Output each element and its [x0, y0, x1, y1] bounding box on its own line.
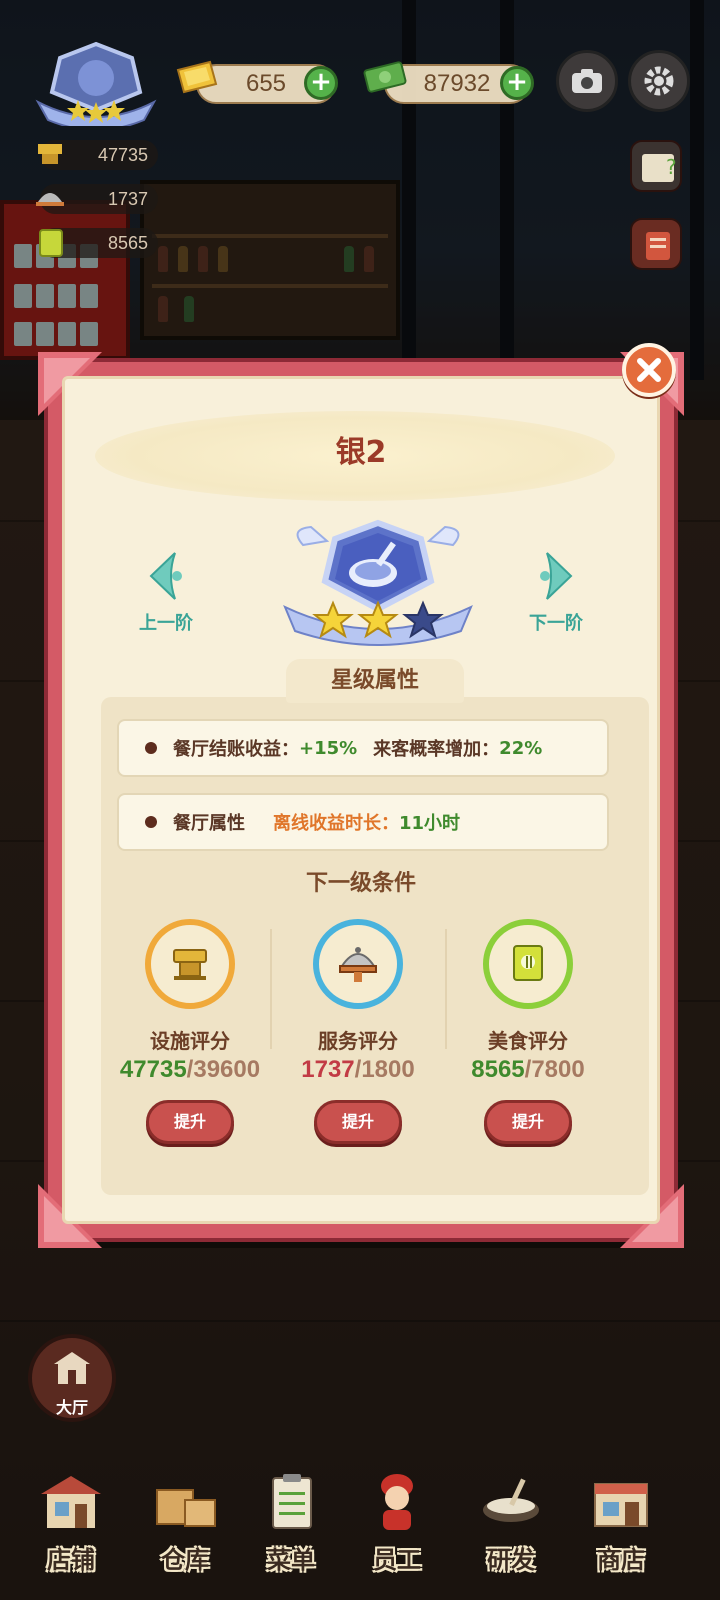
recipe-book-icon [513, 945, 543, 981]
star-rating-dialog: 银2 上一阶 下一阶 餐厅结账收益 ： +15% 来客概率增加 ： 22% 餐厅… [38, 352, 684, 1248]
customer-rate-label: 来客概率增加 [373, 739, 482, 760]
gold-ingot-icon [176, 60, 218, 94]
food-current: 8565 [471, 1056, 525, 1083]
menu-icon [272, 1474, 312, 1529]
next-level-conditions-title: 下一级条件 [305, 871, 416, 896]
restaurant-attribute-label: 餐厅属性 [173, 813, 245, 834]
gear-icon [644, 66, 674, 96]
help-book-icon: ? [642, 154, 677, 182]
silver-rank-emblem [283, 519, 473, 646]
facility-current: 47735 [119, 1056, 187, 1083]
player-rank-badge[interactable] [32, 40, 160, 126]
nav-research-label: 研发 [487, 1546, 535, 1574]
facility-icon [38, 144, 62, 164]
service-ring [313, 919, 403, 1009]
hall-building-icon [54, 1352, 90, 1384]
store-icon [594, 1483, 648, 1527]
task-book-icon [646, 232, 670, 260]
offline-duration-value: 11小时 [399, 813, 461, 834]
recipe-book-icon [39, 229, 63, 257]
next-rank-button[interactable]: 下一阶 [511, 549, 601, 635]
prev-rank-label: 上一阶 [139, 613, 193, 634]
service-upgrade-button[interactable]: 提升 [314, 1100, 402, 1144]
food-score-label: 美食评分 [488, 1029, 568, 1053]
section-title-tab: 星级属性 [286, 659, 464, 703]
chevron-right-icon [540, 552, 573, 600]
nav-shop[interactable]: 店铺 [16, 1470, 126, 1580]
nav-staff[interactable]: 员工 [342, 1470, 452, 1580]
food-upgrade-button[interactable]: 提升 [484, 1100, 572, 1144]
camera-icon [572, 69, 602, 93]
dialog-body: 银2 上一阶 下一阶 餐厅结账收益 ： +15% 来客概率增加 ： 22% 餐厅… [62, 376, 660, 1224]
facility-score-label: 设施评分 [150, 1029, 230, 1053]
separator: ： [381, 813, 399, 834]
food-score-value: 8565/7800 [453, 1056, 603, 1084]
nav-shop-label: 店铺 [47, 1546, 95, 1574]
add-cash-button[interactable]: + [500, 66, 534, 100]
prev-rank-button[interactable]: 上一阶 [121, 549, 211, 635]
facility-required: /39600 [186, 1056, 261, 1083]
facility-icon [173, 949, 207, 980]
nav-warehouse[interactable]: 仓库 [130, 1470, 240, 1580]
research-icon [483, 1478, 539, 1522]
column-divider [270, 929, 272, 1049]
next-rank-label: 下一阶 [529, 613, 583, 634]
facility-ring [145, 919, 235, 1009]
settings-button[interactable] [628, 50, 690, 112]
close-icon [637, 358, 661, 382]
svg-text:?: ? [666, 155, 677, 179]
service-cloche-icon [339, 947, 377, 982]
nav-store-label: 商店 [597, 1546, 645, 1574]
task-book-button[interactable] [630, 218, 682, 270]
bottom-navigation: 店铺 仓库 菜单 员工 研发 商店 [0, 1470, 720, 1600]
separator: ： [481, 739, 500, 760]
offline-attribute-row: 餐厅属性 离线收益时长 ： 11小时 [117, 793, 609, 851]
help-book-button[interactable]: ? [630, 140, 682, 192]
nav-research[interactable]: 研发 [456, 1470, 566, 1580]
nav-warehouse-label: 仓库 [161, 1546, 209, 1574]
checkout-revenue-label: 餐厅结账收益 [173, 739, 281, 760]
shop-icon [41, 1476, 101, 1528]
add-gold-button[interactable]: + [304, 66, 338, 100]
service-condition: 服务评分 1737/1800 提升 [283, 919, 433, 1144]
close-button[interactable] [622, 343, 676, 397]
cash-stack-icon [363, 61, 407, 93]
staff-icon [381, 1474, 413, 1530]
food-condition: 美食评分 8565/7800 提升 [453, 919, 603, 1144]
nav-staff-label: 员工 [373, 1546, 421, 1574]
rank-title: 银2 [335, 435, 387, 470]
service-cloche-icon [36, 193, 64, 206]
checkout-revenue-value: +15% [299, 737, 358, 759]
service-current: 1737 [301, 1056, 355, 1083]
column-divider [445, 929, 447, 1049]
offline-duration-label: 离线收益时长 [273, 813, 381, 834]
revenue-attribute-row: 餐厅结账收益 ： +15% 来客概率增加 ： 22% [117, 719, 609, 777]
food-required: /7800 [524, 1056, 585, 1083]
service-required: /1800 [354, 1056, 415, 1083]
customer-rate-value: 22% [499, 737, 543, 759]
bullet-dot [145, 816, 157, 828]
nav-menu-label: 菜单 [267, 1546, 315, 1574]
hall-label: 大厅 [55, 1398, 88, 1417]
nav-store[interactable]: 商店 [566, 1470, 676, 1580]
bullet-dot [145, 742, 157, 754]
separator: ： [281, 739, 299, 760]
warehouse-icon [156, 1489, 216, 1527]
food-ring [483, 919, 573, 1009]
facility-score-value: 47735/39600 [115, 1056, 265, 1084]
hall-button[interactable]: 大厅 [28, 1334, 116, 1422]
facility-upgrade-button[interactable]: 提升 [146, 1100, 234, 1144]
service-score-label: 服务评分 [318, 1029, 398, 1053]
chevron-left-icon [149, 552, 182, 600]
service-score-value: 1737/1800 [283, 1056, 433, 1084]
nav-menu[interactable]: 菜单 [236, 1470, 346, 1580]
camera-button[interactable] [556, 50, 618, 112]
facility-condition: 设施评分 47735/39600 提升 [115, 919, 265, 1144]
